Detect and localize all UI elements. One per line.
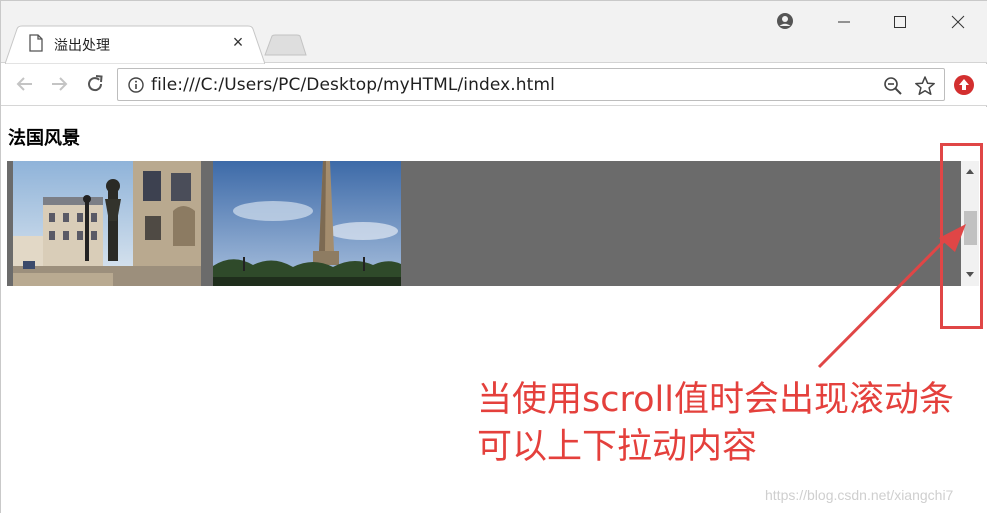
page-heading: 法国风景 [8,128,80,149]
page-content: 法国风景 当使用scroll值时会出现滚动条 可以上下拉动内容 https://… [1,107,987,513]
annotation-text: 当使用scroll值时会出现滚动条 可以上下拉动内容 [477,377,954,471]
browser-window: 溢出处理 × file:///C:/Users/PC/Desktop/myHTM… [0,0,987,513]
info-icon[interactable] [128,77,144,93]
star-icon[interactable] [914,75,936,97]
profile-icon[interactable] [776,12,794,30]
title-bar: 溢出处理 × [1,1,987,64]
reload-icon[interactable] [83,72,107,96]
address-bar[interactable]: file:///C:/Users/PC/Desktop/myHTML/index… [117,68,945,101]
annotation-line-1: 当使用scroll值时会出现滚动条 [477,380,954,420]
photo-obelisk [213,161,401,286]
pointer-arrow [817,224,966,369]
minimize-icon[interactable] [827,9,861,35]
tab-close-icon[interactable]: × [229,33,247,51]
watermark: https://blog.csdn.net/xiangchi7 [765,487,954,503]
annotation-line-2: 可以上下拉动内容 [477,427,758,467]
active-tab[interactable] [5,25,265,64]
browser-toolbar: file:///C:/Users/PC/Desktop/myHTML/index… [1,64,987,106]
photo-paris-street [13,161,201,286]
zoom-out-icon[interactable] [883,76,903,96]
extension-icon[interactable] [953,74,975,96]
url-text[interactable]: file:///C:/Users/PC/Desktop/myHTML/index… [151,75,555,95]
close-window-icon[interactable] [941,9,975,35]
forward-arrow-icon[interactable] [47,72,71,96]
new-tab-icon[interactable] [263,34,307,56]
back-arrow-icon[interactable] [13,72,37,96]
maximize-icon[interactable] [883,9,917,35]
tab-title: 溢出处理 [54,38,110,54]
document-icon [29,34,43,52]
